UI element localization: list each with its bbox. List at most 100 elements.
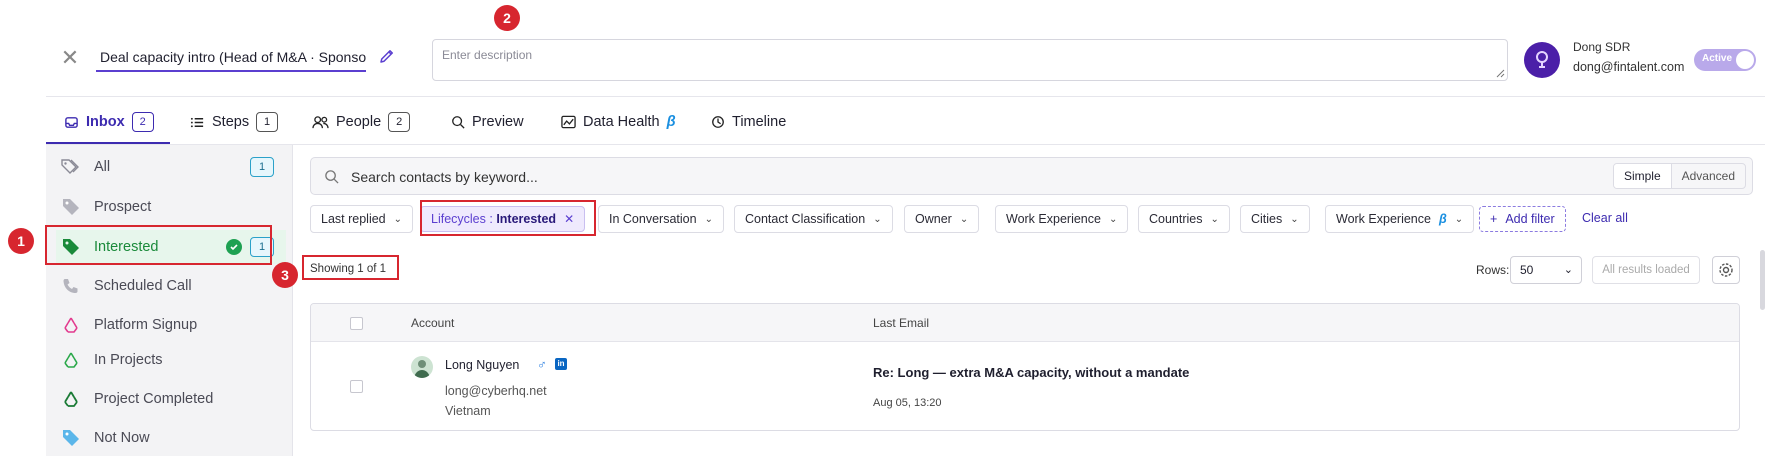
results-count: Showing 1 of 1 [310,263,387,275]
filter-cities[interactable]: Cities ⌄ [1240,205,1310,233]
tab-data-health[interactable]: Data Health β [561,110,676,134]
search-bar[interactable]: Search contacts by keyword... Simple Adv… [310,157,1753,195]
sidebar-item-label: In Projects [94,352,163,368]
lightbulb-icon [1536,51,1548,68]
tab-label: People [336,114,382,130]
sidebar-item-scheduled-call[interactable]: Scheduled Call [56,269,286,303]
description-textarea[interactable]: Enter description [432,39,1508,81]
tab-label: Data Health [583,114,660,130]
chevron-down-icon: ⌄ [1210,213,1219,225]
filter-label: Work Experience [1006,212,1101,226]
avatar [411,356,433,378]
male-icon: ♂ [537,357,547,372]
tag-icon [60,236,82,258]
campaign-title: Deal capacity intro (Head of M&A · Spons… [100,49,366,65]
add-filter-button[interactable]: + Add filter [1479,206,1566,232]
filter-label: Owner [915,212,952,226]
search-icon [452,116,465,129]
filter-label: Last replied [321,212,386,226]
pencil-icon[interactable] [378,47,396,65]
plus-icon: + [1490,212,1498,226]
filter-last-replied[interactable]: Last replied ⌄ [310,205,414,233]
filter-label: Work Experience [1336,212,1431,226]
user-email: dong@fintalent.com [1573,60,1685,74]
select-all-checkbox[interactable] [350,317,363,330]
filter-value: Interested [496,212,557,226]
filter-lifecycle-chip[interactable]: Lifecycles : Interested ✕ [420,206,586,232]
sidebar-item-prospect[interactable]: Prospect [56,190,286,224]
filter-work-experience[interactable]: Work Experience ⌄ [995,205,1129,233]
linkedin-icon[interactable]: in [555,358,567,370]
people-icon [312,115,329,128]
clear-all-link[interactable]: Clear all [1582,211,1628,225]
filter-label: Cities [1251,212,1283,226]
sidebar-item-all[interactable]: All 1 [56,150,286,184]
all-results-loaded-button: All results loaded [1592,256,1700,284]
sidebar-item-label: All [94,159,111,175]
recycle-icon [60,388,82,410]
annotation-marker: 3 [272,262,298,288]
filter-work-experience-beta[interactable]: Work Experience β ⌄ [1325,205,1475,233]
annotation-marker: 2 [494,5,520,31]
tab-inbox[interactable]: Inbox 2 [64,110,154,134]
rows-value: 50 [1520,263,1534,277]
sidebar-item-platform-signup[interactable]: Platform Signup [56,308,286,342]
tab-people[interactable]: People 2 [312,110,411,134]
filter-label: In Conversation [609,212,697,226]
filter-contact-classification[interactable]: Contact Classification ⌄ [734,205,893,233]
close-icon[interactable]: ✕ [60,47,80,69]
rows-per-page-select[interactable]: 50 ⌄ [1510,256,1582,284]
active-toggle[interactable]: Active [1694,49,1756,71]
sidebar-item-not-now[interactable]: Not Now [56,421,286,455]
tab-label: Steps [212,114,250,130]
contact-country: Vietnam [445,404,491,418]
table-row[interactable]: Long Nguyen ♂ in long@cyberhq.net Vietna… [311,342,1739,430]
tag-icon [60,196,82,218]
filter-in-conversation[interactable]: In Conversation ⌄ [598,205,724,233]
tag-icon [60,427,82,449]
campaign-title-input[interactable]: Deal capacity intro (Head of M&A · Spons… [96,46,366,72]
chevron-down-icon: ⌄ [873,213,882,225]
search-input[interactable]: Search contacts by keyword... [351,169,538,185]
count-badge: 1 [250,157,274,177]
sidebar-item-project-completed[interactable]: Project Completed [56,382,286,416]
tab-steps[interactable]: Steps 1 [190,110,279,134]
row-checkbox[interactable] [350,380,363,393]
toggle-label: Active [1702,53,1733,64]
mode-simple-button[interactable]: Simple [1613,164,1672,188]
close-icon[interactable]: ✕ [564,212,574,226]
last-email-subject[interactable]: Re: Long — extra M&A capacity, without a… [873,365,1189,380]
filter-chip-text: Lifecycles : Interested [431,212,556,226]
filter-countries[interactable]: Countries ⌄ [1138,205,1230,233]
description-placeholder: Enter description [442,48,533,62]
filter-owner[interactable]: Owner ⌄ [904,205,980,233]
contacts-table: Account Last Email Long Nguyen ♂ in long… [310,303,1740,431]
contact-name[interactable]: Long Nguyen [445,358,519,372]
annotation-marker: 1 [8,228,34,254]
history-icon [712,116,724,128]
beta-label: β [666,114,676,130]
settings-button[interactable] [1712,256,1740,284]
gear-icon [1719,263,1733,277]
sidebar-item-in-projects[interactable]: In Projects [56,343,286,377]
tab-count: 2 [388,112,411,132]
scrollbar[interactable] [1760,250,1765,310]
chevron-down-icon: ⌄ [1454,213,1464,225]
tab-label: Inbox [86,114,125,130]
header-divider [46,96,1765,97]
avatar[interactable] [1524,42,1560,78]
search-icon [325,170,339,184]
toggle-knob [1736,51,1754,69]
inbox-icon [65,116,78,128]
chevron-down-icon: ⌄ [1108,213,1118,225]
chevron-down-icon: ⌄ [1563,264,1573,276]
sidebar-item-interested[interactable]: Interested 1 [56,230,286,264]
last-email-date: Aug 05, 13:20 [873,397,942,409]
search-mode-toggle: Simple Advanced [1612,163,1746,189]
tab-timeline[interactable]: Timeline [711,110,786,134]
mode-advanced-button[interactable]: Advanced [1672,164,1745,188]
recycle-icon [60,349,82,371]
tab-preview[interactable]: Preview [451,110,524,134]
resize-grip-icon[interactable] [1496,69,1505,78]
tab-count: 1 [256,112,279,132]
